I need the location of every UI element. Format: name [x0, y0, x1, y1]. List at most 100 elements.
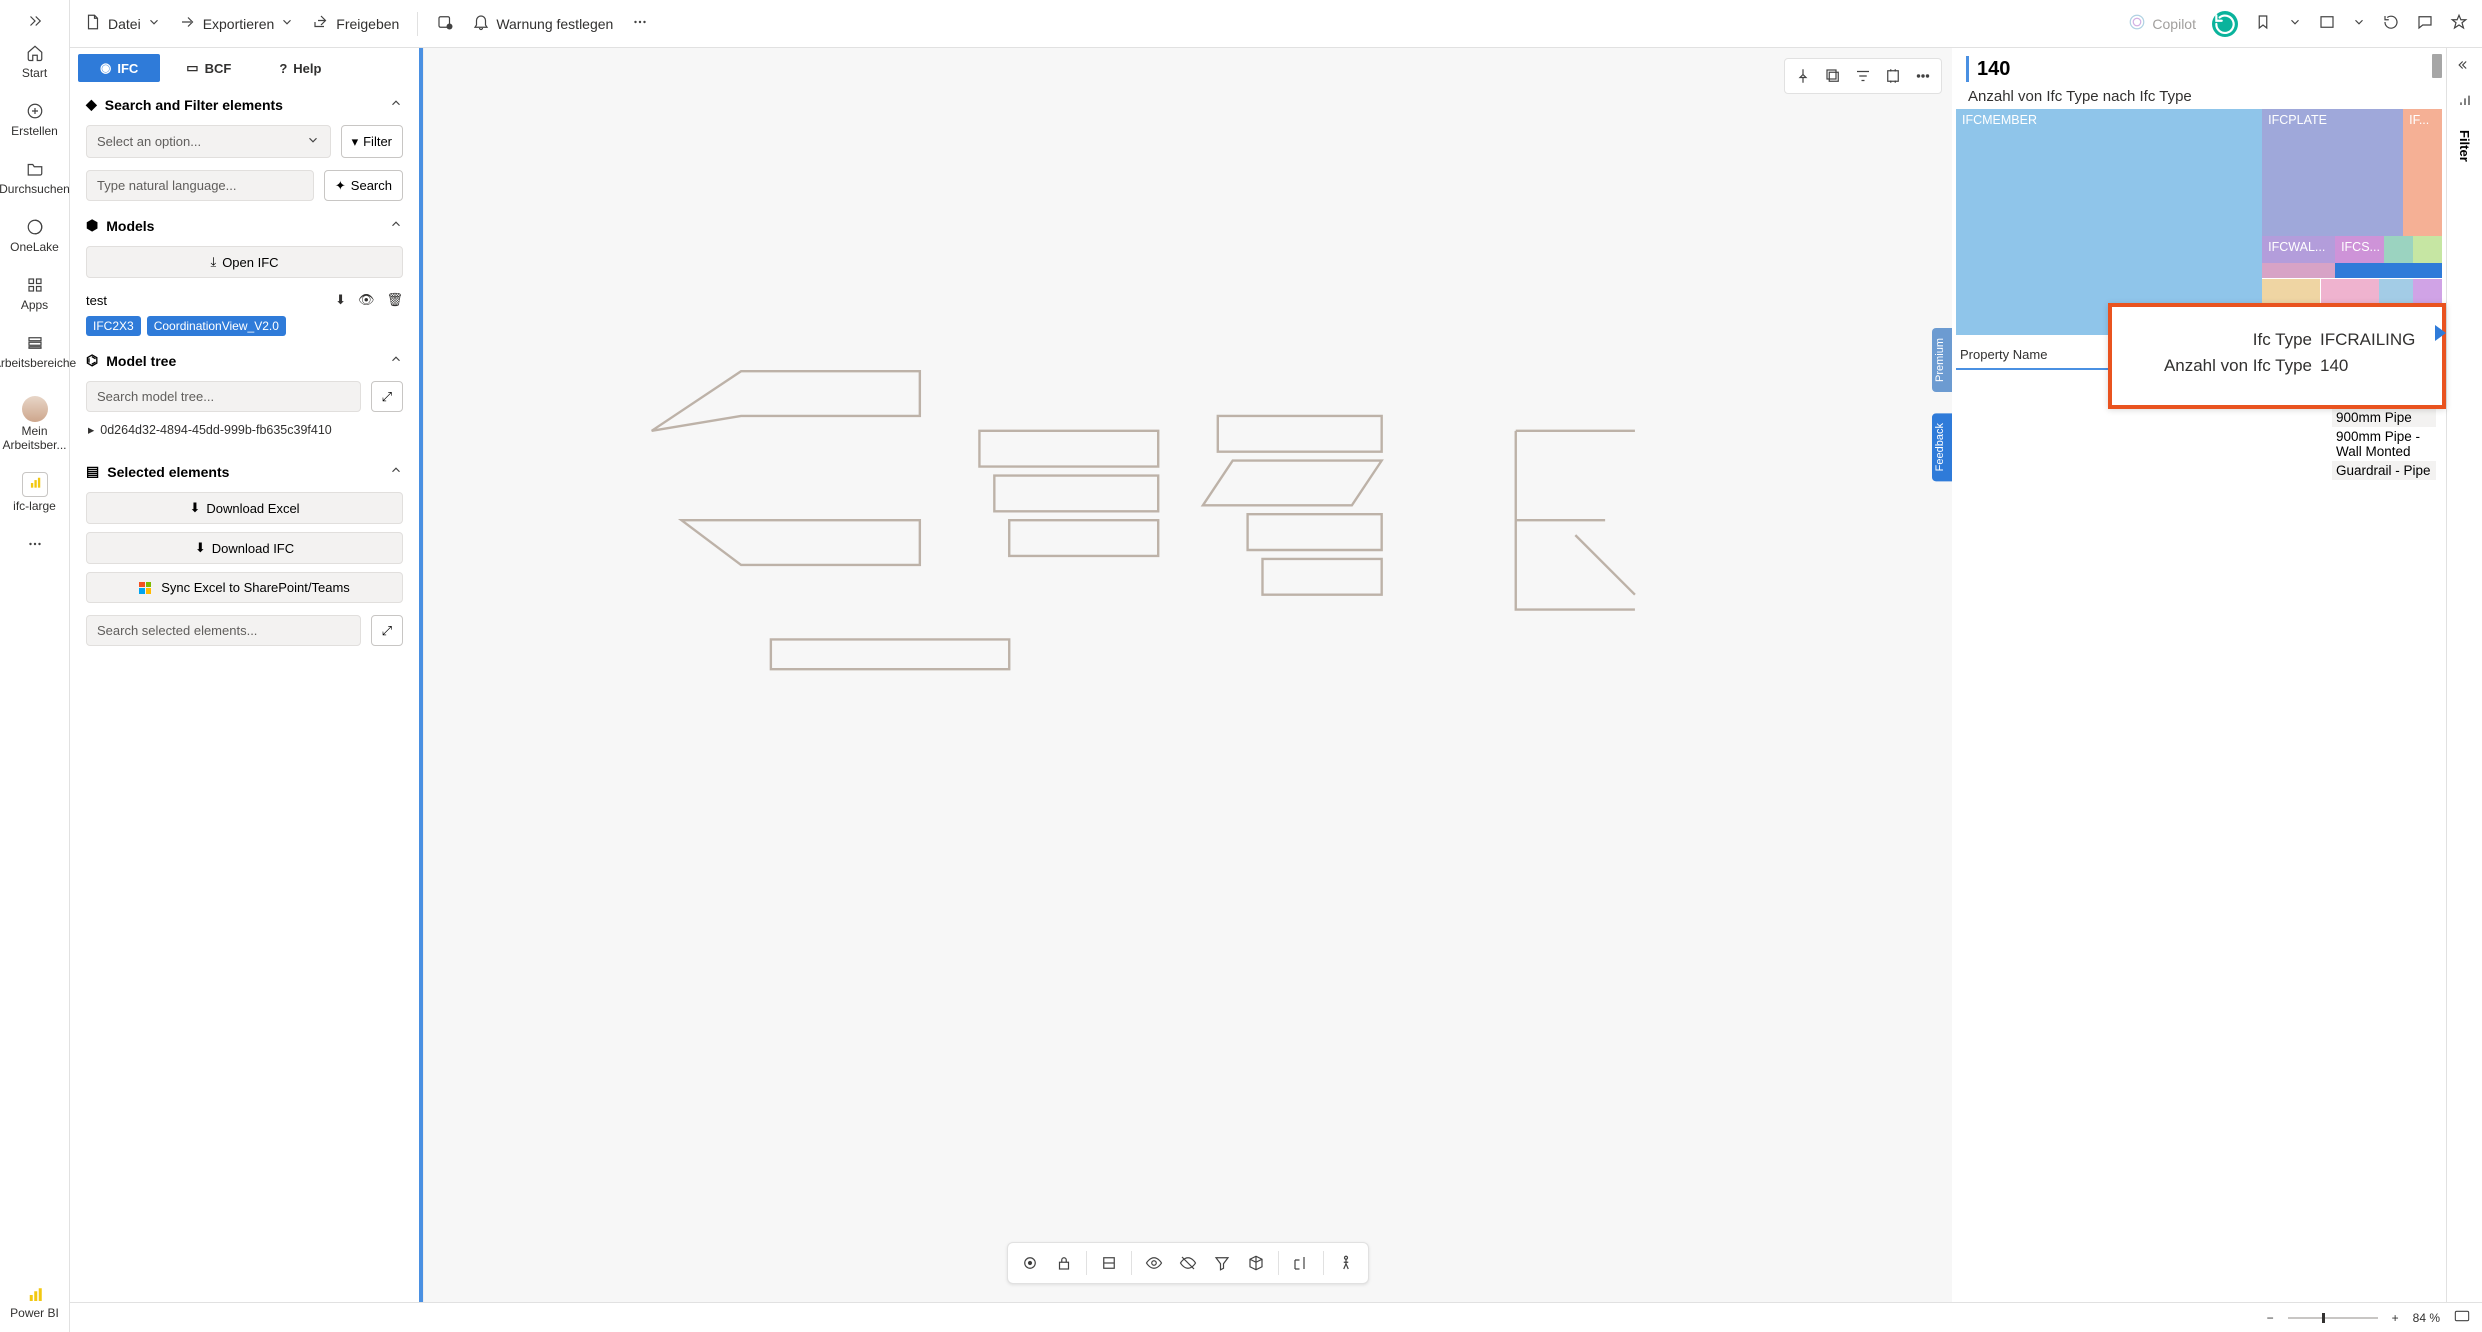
copy-icon[interactable]	[1819, 63, 1847, 89]
rail-powerbi[interactable]: Power BI	[5, 1286, 65, 1320]
tab-ifc[interactable]: ◉ IFC	[78, 54, 160, 82]
treemap-chart[interactable]: IFCMEMBER IFCPLATE IF... IFCWAL... IFCS.…	[1956, 109, 2442, 335]
tm-s3[interactable]	[2262, 263, 2335, 279]
ellipsis-icon[interactable]	[1909, 63, 1937, 89]
search-button[interactable]: ✦ Search	[324, 170, 403, 201]
side-tab-label: Feedback	[1934, 423, 1946, 471]
copilot-button[interactable]: Copilot	[2128, 13, 2196, 34]
tm-s1[interactable]	[2384, 236, 2413, 263]
zoom-value: 84 %	[2413, 1311, 2440, 1325]
rail-my-workspace[interactable]: Mein Arbeitsber...	[5, 390, 65, 452]
selected-search-input[interactable]: Search selected elements...	[86, 615, 361, 646]
expand-tree-button[interactable]: ⤢	[371, 381, 403, 412]
hide-icon[interactable]	[1172, 1249, 1204, 1277]
file-menu[interactable]: Datei	[84, 13, 161, 34]
open-ifc-button[interactable]: ⤓ Open IFC	[86, 246, 403, 278]
sync-sharepoint-button[interactable]: Sync Excel to SharePoint/Teams	[86, 572, 403, 603]
bookmark-icon[interactable]	[2254, 13, 2272, 34]
cube-icon[interactable]	[1240, 1249, 1272, 1277]
trash-icon[interactable]: 🗑	[386, 292, 403, 308]
more-menu[interactable]	[631, 13, 649, 34]
filter-button[interactable]: ▾ Filter	[341, 125, 403, 158]
expand-icon: ⤢	[382, 389, 392, 405]
tree-node-label: 0d264d32-4894-45dd-999b-fb635c39f410	[100, 423, 331, 437]
chevron-up-icon	[389, 352, 403, 369]
status-bar: − + 84 %	[70, 1302, 2482, 1332]
tm-small1[interactable]: IF...	[2403, 109, 2442, 236]
tm-highlight[interactable]	[2335, 263, 2442, 279]
tm-s2[interactable]	[2413, 236, 2442, 263]
zoom-slider[interactable]	[2288, 1317, 2378, 1319]
download-icon[interactable]: ⬇	[335, 292, 346, 308]
feedback-tab[interactable]: Feedback	[1932, 413, 1952, 481]
section-search-header[interactable]: ◆ Search and Filter elements	[86, 96, 403, 113]
clear-filter-icon[interactable]	[2432, 54, 2442, 78]
tree-search-input[interactable]: Search model tree...	[86, 381, 361, 412]
rail-onelake[interactable]: OneLake	[5, 216, 65, 254]
tm-ifcmember[interactable]: IFCMEMBER	[1956, 109, 2262, 335]
tm-ifcplate[interactable]: IFCPLATE	[2262, 109, 2403, 236]
chevron-up-icon	[389, 463, 403, 480]
3d-viewport[interactable]: Premium Feedback	[423, 48, 1952, 1302]
premium-tab[interactable]: Premium	[1932, 328, 1952, 392]
rail-label: Mein Arbeitsber...	[2, 424, 66, 452]
accent-bar	[1966, 56, 1969, 82]
nl-search-input[interactable]: Type natural language...	[86, 170, 314, 201]
btn-label: Sync Excel to SharePoint/Teams	[161, 580, 350, 595]
zoom-in-button[interactable]: +	[2392, 1311, 2399, 1325]
tm-ifcs[interactable]: IFCS...	[2335, 236, 2384, 263]
rail-create[interactable]: Erstellen	[5, 100, 65, 138]
expand-selected-button[interactable]: ⤢	[371, 615, 403, 646]
rail-project[interactable]: ifc-large	[5, 472, 65, 513]
eye-icon[interactable]: 👁	[358, 292, 375, 308]
section-tree-header[interactable]: ⌬ Model tree	[86, 352, 403, 369]
lock-icon[interactable]	[1048, 1249, 1080, 1277]
rail-start[interactable]: Start	[5, 42, 65, 80]
tab-bcf[interactable]: ▭ BCF	[164, 54, 253, 82]
rail-more[interactable]	[5, 533, 65, 555]
rail-expand[interactable]	[5, 10, 65, 32]
measure-icon[interactable]	[1285, 1249, 1317, 1277]
section-icon[interactable]	[1093, 1249, 1125, 1277]
pin-icon[interactable]	[1789, 63, 1817, 89]
walk-icon[interactable]	[1330, 1249, 1362, 1277]
share-button[interactable]: Freigeben	[312, 13, 399, 34]
rail-apps[interactable]: Apps	[5, 274, 65, 312]
chevron-down-icon[interactable]	[2352, 15, 2366, 32]
filter-icon[interactable]	[1849, 63, 1877, 89]
fit-page-icon[interactable]	[2454, 1310, 2470, 1325]
collapse-left-icon[interactable]	[2458, 58, 2472, 77]
rail-browse[interactable]: Durchsuchen	[5, 158, 65, 196]
teams-button[interactable]	[436, 13, 454, 34]
target-icon[interactable]	[1014, 1249, 1046, 1277]
focus-icon[interactable]	[1879, 63, 1907, 89]
comment-icon[interactable]	[2416, 13, 2434, 34]
rail-workspaces[interactable]: Arbeitsbereiche	[5, 332, 65, 370]
download-ifc-button[interactable]: ⬇ Download IFC	[86, 532, 403, 564]
refresh-icon[interactable]	[2382, 13, 2400, 34]
download-excel-button[interactable]: ⬇ Download Excel	[86, 492, 403, 524]
funnel-icon[interactable]	[1206, 1249, 1238, 1277]
signal-icon[interactable]	[2457, 93, 2473, 114]
tab-help[interactable]: ? Help	[257, 54, 343, 82]
section-models-header[interactable]: ⬢ Models	[86, 217, 403, 234]
layout-icon[interactable]	[2318, 13, 2336, 34]
filters-pane-label[interactable]: Filter	[2457, 130, 2472, 162]
show-icon[interactable]	[1138, 1249, 1170, 1277]
zoom-out-button[interactable]: −	[2267, 1311, 2274, 1325]
tm-ifcwall[interactable]: IFCWAL...	[2262, 236, 2335, 263]
btn-label: Download Excel	[206, 501, 299, 516]
select-option[interactable]: Select an option...	[86, 125, 331, 158]
section-title: Search and Filter elements	[105, 97, 283, 113]
teams-icon	[436, 13, 454, 34]
export-menu[interactable]: Exportieren	[179, 13, 295, 34]
chevron-down-icon[interactable]	[2288, 15, 2302, 32]
avatar	[22, 396, 48, 422]
tree-node[interactable]: ▸ 0d264d32-4894-45dd-999b-fb635c39f410	[86, 412, 403, 447]
alert-button[interactable]: Warnung festlegen	[472, 13, 613, 34]
star-icon[interactable]	[2450, 13, 2468, 34]
stack-icon	[24, 332, 46, 354]
reset-button[interactable]	[2212, 11, 2238, 37]
powerbi-icon	[26, 1286, 44, 1304]
section-selected-header[interactable]: ▤ Selected elements	[86, 463, 403, 480]
